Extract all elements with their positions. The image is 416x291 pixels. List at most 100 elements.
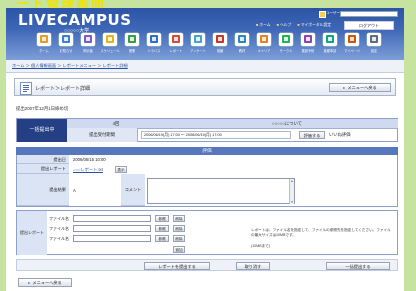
upload-section: 提出レポート ファイル名 参照 削除 ファイル名 参照 削除 ファイル名 参照 … [16,210,398,255]
facility-icon [301,33,315,46]
menu-label: 設定 [370,49,378,53]
file-name-input[interactable] [73,225,151,232]
career-icon [257,33,271,46]
add-file-button[interactable]: 追加 [173,246,185,253]
submitted-date: 2006/06/15 10:00 [73,157,106,162]
submit-report-button[interactable]: レポートを提出する [144,261,210,270]
footer-back-button[interactable]: ▸ メニューへ戻る [18,278,72,287]
deadline-note: 提出2007年12月1日締め切 [16,106,69,111]
schedule-icon [103,33,117,46]
grades-icon [213,33,227,46]
comment-textarea[interactable]: ▲ ▼ [147,178,295,204]
menu-label: 掲示板 [83,49,93,53]
menu-item-career[interactable]: キャリア [254,33,274,59]
file-row: ファイル名 参照 削除 [49,235,189,243]
settings-icon [367,33,381,46]
browser-page: LIVECAMPUS ○○○○○大学 ユーザー名 ホーム ヘルプ マイポータル設… [6,8,404,291]
user-icon [319,11,326,18]
menu-label: 各種申請 [323,49,337,53]
menu-label: サークル [279,49,293,53]
menu-item-survey[interactable]: アンケート [188,33,208,59]
report-file-link[interactable]: ○○○レポート.txt [73,167,103,173]
menu-item-facility[interactable]: 施設予約 [298,33,318,59]
menu-label: 授業 [128,49,136,53]
circle-icon [279,33,293,46]
comment-scrollbar[interactable]: ▲ ▼ [289,179,294,204]
scroll-up-icon[interactable]: ▲ [290,179,294,183]
page-title: レポート＞レポート詳細 [35,86,91,92]
page-title-bar: レポート＞レポート詳細 ▸ メニューへ戻る [14,78,396,96]
file-name-input[interactable] [73,235,151,242]
user-field[interactable] [340,11,398,17]
menu-item-news[interactable]: お知らせ [56,33,76,59]
portal-settings-link[interactable]: マイポータル設定 [297,23,331,27]
news-icon [59,33,73,46]
menu-item-application[interactable]: 各種申請 [320,33,340,59]
cancel-button[interactable]: 取り消す [236,261,270,270]
menu-item-materials[interactable]: 教材 [232,33,252,59]
menu-label: アンケート [190,49,206,53]
menu-item-board[interactable]: 掲示板 [78,33,98,59]
round-number: 4回 [112,121,120,126]
menu-label: 施設予約 [301,49,315,53]
menu-item-schedule[interactable]: スケジュール [100,33,120,59]
upload-note: レポートは、ファイル名を指定して、ファイルの参照先を指定してください。ファイルの… [251,228,391,237]
syllabus-icon [147,33,161,46]
period-label: 提出受付期間 [67,128,138,142]
file-name-label: ファイル名 [49,216,69,221]
mypage-icon [345,33,359,46]
home-link[interactable]: ホーム [256,23,271,27]
site-header: LIVECAMPUS ○○○○○大学 ユーザー名 ホーム ヘルプ マイポータル設… [6,8,404,60]
report-summary: 一括提出中 4回 ○○○○○について 提出受付期間 2006/06/19(月) … [16,118,398,142]
help-link[interactable]: ヘルプ [277,23,292,27]
menu-item-grades[interactable]: 成績 [210,33,230,59]
menu-label: キャリア [257,49,271,53]
menu-item-circle[interactable]: サークル [276,33,296,59]
menu-label: スケジュール [100,49,120,53]
report-icon [169,33,183,46]
menu-label: レポート [169,49,183,53]
upload-limit: (10MBまで) [251,244,270,248]
action-bar: レポートを提出する 取り消す 一括提出する [16,259,398,271]
document-icon [20,82,32,95]
menu-item-syllabus[interactable]: シラバス [144,33,164,59]
result-label: 提出結果 [17,174,69,206]
report-label: 提出レポート [17,164,69,174]
evaluate-text[interactable]: いいね評価 [329,132,350,138]
menu-item-class[interactable]: 授業 [122,33,142,59]
breadcrumb: ホーム ＞ 個人情報画面 ＞ レポートメニュー ＞ レポート詳細 [6,60,404,73]
bulk-submit-button[interactable]: 一括提出する [326,261,390,270]
browse-button[interactable]: 参照 [155,235,169,242]
file-row: ファイル名 参照 削除 [49,215,189,223]
menu-item-home[interactable]: ホーム [34,33,54,59]
file-row: ファイル名 参照 削除 [49,225,189,233]
browse-button[interactable]: 参照 [155,225,169,232]
browse-button[interactable]: 参照 [155,215,169,222]
evaluate-button[interactable]: 評価する [299,131,325,139]
footer-back-label: メニューへ戻る [32,280,62,285]
back-to-menu-button[interactable]: ▸ メニューへ戻る [329,83,391,92]
report-topic: ○○○○○について [271,121,303,126]
menu-item-mypage[interactable]: マイページ [342,33,362,59]
evaluation-heading: 評価 [16,147,398,155]
remove-button[interactable]: 削除 [173,235,185,242]
report-view-button[interactable]: 表示 [115,166,127,173]
logout-button[interactable]: ログアウト [344,21,394,30]
scroll-down-icon[interactable]: ▼ [290,200,294,204]
file-name-label: ファイル名 [49,236,69,241]
menu-label: ホーム [39,49,49,53]
application-icon [323,33,337,46]
remove-button[interactable]: 削除 [173,215,185,222]
evaluation-table: 提出日 2006/06/15 10:00 提出レポート ○○○レポート.txt … [16,155,398,207]
menu-item-report[interactable]: レポート [166,33,186,59]
period-value: 2006/06/19(月) 17:00 ～ 2006/06/19(月) 17:0… [141,131,291,139]
file-name-input[interactable] [73,215,151,222]
comment-label: コメント [121,174,145,206]
arrow-right-icon: ▸ [28,280,31,285]
file-name-label: ファイル名 [49,226,69,231]
upload-label: 提出レポート [17,211,47,255]
menu-label: シラバス [147,49,161,53]
breadcrumb-text[interactable]: ホーム ＞ 個人情報画面 ＞ レポートメニュー ＞ レポート詳細 [12,63,128,69]
remove-button[interactable]: 削除 [173,225,185,232]
menu-item-settings[interactable]: 設定 [364,33,384,59]
